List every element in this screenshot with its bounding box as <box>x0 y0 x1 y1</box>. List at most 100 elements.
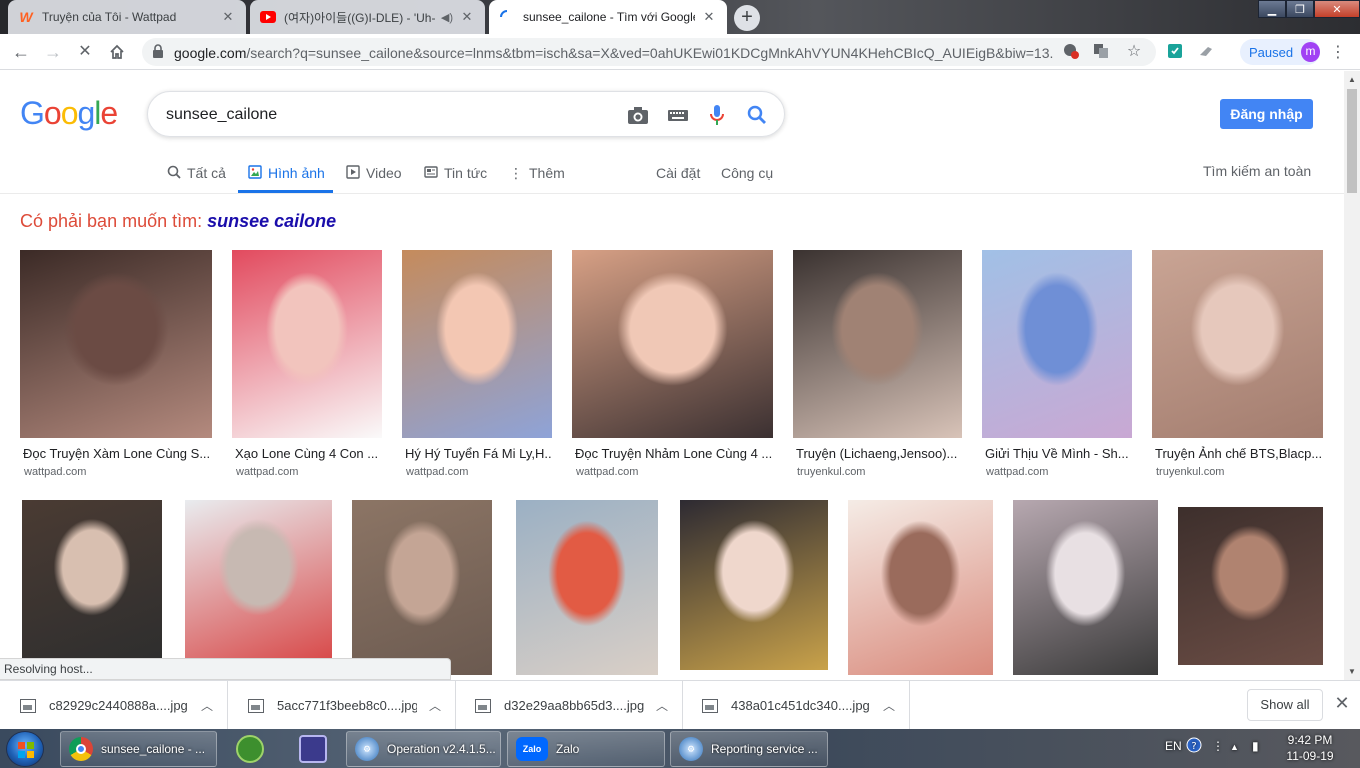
tab-video[interactable]: Video <box>346 153 402 193</box>
image-result[interactable]: Truyện (Lichaeng,Jensoo)... truyenkul.com <box>793 250 962 480</box>
camera-search-icon[interactable] <box>626 103 650 127</box>
image-thumbnail[interactable] <box>22 500 162 660</box>
clock[interactable]: 9:42 PM 11-09-19 <box>1275 732 1345 764</box>
close-icon[interactable]: ✕ <box>220 9 236 25</box>
taskbar-chrome[interactable]: sunsee_cailone - ... <box>60 731 217 767</box>
tab-youtube[interactable]: (여자)아이들((G)I-DLE) - 'Uh- ◀) ✕ <box>250 0 485 34</box>
image-result[interactable] <box>516 500 658 675</box>
image-result[interactable]: Truyện Ảnh chế BTS,Blacp... truyenkul.com <box>1152 250 1323 480</box>
microphone-icon[interactable] <box>705 103 729 127</box>
image-result[interactable]: Hý Hý Tuyển Fá Mi Ly,H... wattpad.com <box>402 250 552 480</box>
profile-paused-button[interactable]: Paused m <box>1240 39 1320 65</box>
image-thumbnail[interactable] <box>848 500 993 675</box>
shield-extension-icon[interactable] <box>1166 43 1184 61</box>
help-icon[interactable]: ? <box>1186 737 1202 756</box>
image-thumbnail[interactable] <box>572 250 773 438</box>
image-thumbnail[interactable] <box>680 500 828 670</box>
image-caption[interactable]: Hý Hý Tuyển Fá Mi Ly,H... <box>405 446 551 461</box>
safe-search-link[interactable]: Tìm kiếm an toàn <box>1203 151 1311 191</box>
bookmark-star-icon[interactable]: ☆ <box>1125 43 1143 61</box>
page-scrollbar[interactable]: ▲ ▼ <box>1344 71 1360 680</box>
taskbar-pinned-app[interactable] <box>286 731 340 767</box>
image-caption[interactable]: Truyện (Lichaeng,Jensoo)... <box>796 446 961 461</box>
signal-icon[interactable]: ▮ <box>1252 739 1259 753</box>
home-icon[interactable] <box>105 40 129 64</box>
close-icon[interactable]: ✕ <box>1334 693 1350 714</box>
image-caption[interactable]: Đọc Truyện Xàm Lone Cùng S... <box>23 446 211 461</box>
stop-loading-icon[interactable]: ✕ <box>73 40 97 64</box>
image-result[interactable]: Xạo Lone Cùng 4 Con ... wattpad.com <box>232 250 382 480</box>
image-result[interactable] <box>680 500 828 670</box>
image-thumbnail[interactable] <box>1178 507 1323 665</box>
image-caption[interactable]: Truyện Ảnh chế BTS,Blacp... <box>1155 446 1322 461</box>
search-input[interactable] <box>166 104 606 126</box>
taskbar-pinned-app[interactable] <box>223 731 277 767</box>
image-thumbnail[interactable] <box>516 500 658 675</box>
search-icon[interactable] <box>745 103 769 127</box>
forward-arrow-icon[interactable]: → <box>41 40 65 64</box>
image-thumbnail[interactable] <box>982 250 1132 438</box>
window-close-icon[interactable]: ✕ <box>1314 0 1360 18</box>
show-hidden-icons-icon[interactable]: ▲ <box>1230 742 1239 752</box>
address-bar[interactable]: google.com/search?q=sunsee_cailone&sourc… <box>142 38 1156 66</box>
chevron-up-icon[interactable]: ︿ <box>201 697 213 714</box>
language-indicator[interactable]: EN <box>1165 739 1182 753</box>
google-logo[interactable]: Google <box>20 95 118 132</box>
image-result[interactable] <box>22 500 162 660</box>
translate-icon[interactable] <box>1092 43 1110 61</box>
extension-icon[interactable] <box>1198 43 1216 61</box>
image-result[interactable] <box>185 500 332 660</box>
image-thumbnail[interactable] <box>793 250 962 438</box>
image-result[interactable]: Đọc Truyện Xàm Lone Cùng S... wattpad.com <box>20 250 212 480</box>
more-vert-icon[interactable]: ⋮ <box>1330 42 1346 62</box>
tab-google-search[interactable]: sunsee_cailone - Tìm với Google ✕ <box>489 0 727 34</box>
new-tab-button[interactable]: + <box>734 5 760 31</box>
tab-wattpad[interactable]: W Truyện của Tôi - Wattpad ✕ <box>8 0 246 34</box>
image-result[interactable] <box>352 500 492 675</box>
image-thumbnail[interactable] <box>1152 250 1323 438</box>
back-arrow-icon[interactable]: ← <box>9 40 33 64</box>
download-item[interactable]: d32e29aa8bb65d3....jpg ︿ <box>455 681 683 730</box>
download-item[interactable]: c82929c2440888a....jpg ︿ <box>0 681 228 730</box>
scrollbar-thumb[interactable] <box>1347 89 1357 193</box>
tab-images[interactable]: Hình ảnh <box>248 153 325 193</box>
tab-all[interactable]: Tất cả <box>167 153 226 193</box>
image-thumbnail[interactable] <box>402 250 552 438</box>
scroll-up-icon[interactable]: ▲ <box>1344 75 1360 84</box>
taskbar-zalo[interactable]: Zalo Zalo <box>507 731 665 767</box>
keyboard-icon[interactable] <box>666 103 690 127</box>
minimize-icon[interactable]: ▁ <box>1258 0 1286 18</box>
blocked-popup-icon[interactable] <box>1062 43 1080 61</box>
chevron-up-icon[interactable]: ︿ <box>656 697 668 714</box>
image-result[interactable]: Giửi Thịu Về Mình - Sh... wattpad.com <box>982 250 1132 480</box>
restore-icon[interactable]: ❐ <box>1286 0 1314 18</box>
image-result[interactable] <box>1013 500 1158 675</box>
tab-more[interactable]: ⋮ Thêm <box>509 153 565 193</box>
sign-in-button[interactable]: Đăng nhập <box>1220 99 1313 129</box>
taskbar-operation[interactable]: ⚙ Operation v2.4.1.5... <box>346 731 501 767</box>
image-thumbnail[interactable] <box>232 250 382 438</box>
image-result[interactable] <box>848 500 993 675</box>
image-caption[interactable]: Đọc Truyện Nhảm Lone Cùng 4 ... <box>575 446 772 461</box>
image-caption[interactable]: Giửi Thịu Về Mình - Sh... <box>985 446 1131 461</box>
image-thumbnail[interactable] <box>1013 500 1158 675</box>
image-result[interactable]: Đọc Truyện Nhảm Lone Cùng 4 ... wattpad.c… <box>572 250 773 480</box>
image-thumbnail[interactable] <box>352 500 492 675</box>
show-all-downloads-button[interactable]: Show all <box>1247 689 1323 721</box>
chevron-up-icon[interactable]: ︿ <box>429 697 441 714</box>
image-caption[interactable]: Xạo Lone Cùng 4 Con ... <box>235 446 381 461</box>
did-you-mean-suggestion-link[interactable]: sunsee cailone <box>207 211 336 231</box>
close-icon[interactable]: ✕ <box>701 9 717 25</box>
tab-settings[interactable]: Cài đặt <box>656 153 700 193</box>
image-thumbnail[interactable] <box>20 250 212 438</box>
download-item[interactable]: 438a01c451dc340....jpg ︿ <box>682 681 910 730</box>
image-thumbnail[interactable] <box>185 500 332 660</box>
scroll-down-icon[interactable]: ▼ <box>1344 667 1360 676</box>
close-icon[interactable]: ✕ <box>459 9 475 25</box>
speaker-icon[interactable]: ◀) <box>441 11 453 24</box>
tab-tools[interactable]: Công cụ <box>721 153 773 193</box>
tab-news[interactable]: Tin tức <box>424 153 487 193</box>
chevron-up-icon[interactable]: ︿ <box>883 697 895 714</box>
download-item[interactable]: 5acc771f3beeb8c0....jpg ︿ <box>228 681 456 730</box>
taskbar-reporting[interactable]: ⚙ Reporting service ... <box>670 731 828 767</box>
